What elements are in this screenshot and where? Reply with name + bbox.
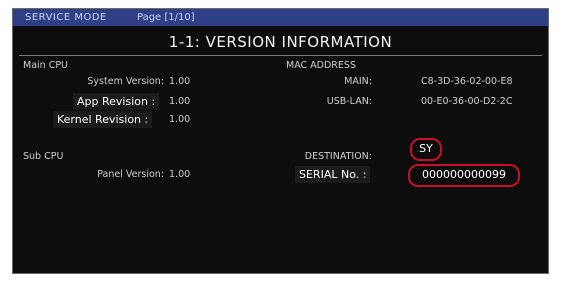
main-cpu-heading: Main CPU — [23, 60, 69, 71]
serial-number-value: 000000000099 — [408, 164, 520, 187]
app-revision-value: 1.00 — [169, 96, 191, 107]
sub-cpu-heading: Sub CPU — [23, 151, 64, 162]
system-version-label: System Version: — [87, 76, 164, 87]
service-screen: SERVICE MODE Page [1/10] 1-1: VERSION IN… — [12, 8, 549, 274]
panel-version-label: Panel Version: — [97, 169, 164, 180]
mac-main-value: C8-3D-36-02-00-E8 — [421, 76, 513, 87]
destination-label: DESTINATION: — [304, 151, 372, 162]
page-title: 1-1: VERSION INFORMATION — [168, 33, 393, 51]
mac-main-label: MAIN: — [344, 76, 372, 87]
app-revision-label: App Revision : — [73, 93, 160, 110]
mac-address-heading: MAC ADDRESS — [286, 60, 356, 71]
kernel-revision-value: 1.00 — [169, 114, 191, 125]
service-mode-label: SERVICE MODE — [25, 12, 107, 23]
destination-value: SY — [410, 138, 442, 161]
title-divider — [19, 55, 542, 56]
page-indicator: Page [1/10] — [137, 12, 195, 23]
panel-version-value: 1.00 — [169, 169, 191, 180]
header-bar: SERVICE MODE Page [1/10] — [13, 9, 548, 26]
kernel-revision-label: Kernel Revision : — [53, 111, 153, 128]
system-version-value: 1.00 — [169, 76, 191, 87]
serial-number-label: SERIAL No. : — [295, 166, 371, 183]
mac-usb-lan-value: 00-E0-36-00-D2-2C — [421, 96, 513, 107]
mac-usb-lan-label: USB-LAN: — [326, 96, 372, 107]
